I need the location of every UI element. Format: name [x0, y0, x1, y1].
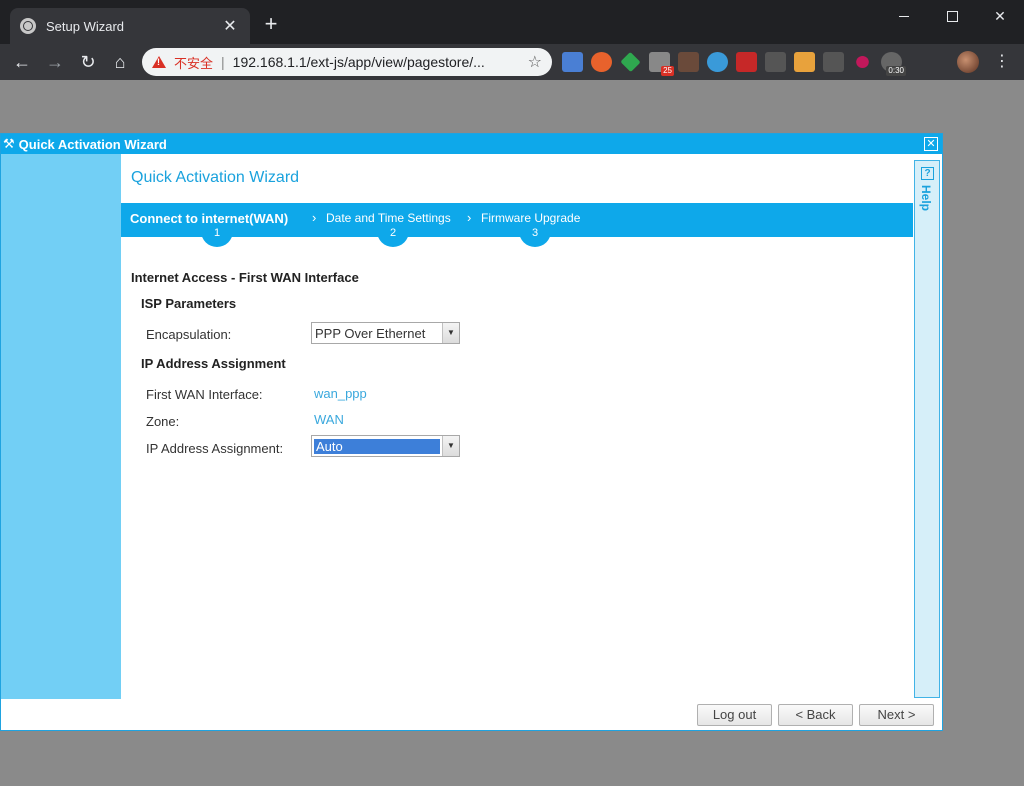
image-extension-icon[interactable]	[794, 52, 815, 72]
url-text[interactable]: 192.168.1.1/ext-js/app/view/pagestore/..…	[233, 54, 528, 70]
pink-extension-icon[interactable]	[856, 56, 869, 68]
translate-extension-icon[interactable]	[562, 52, 583, 72]
next-button[interactable]: Next >	[859, 704, 934, 726]
back-arrow-icon[interactable]: ←	[10, 50, 34, 74]
chevron-right-icon: ›	[467, 210, 472, 225]
extensions-row: 25 0:30	[562, 51, 906, 76]
first-wan-label: First WAN Interface:	[146, 387, 263, 402]
zone-value: WAN	[314, 412, 344, 427]
timer-badge: 0:30	[886, 66, 906, 76]
step-number-2: 2	[377, 225, 409, 247]
ip-assignment-heading: IP Address Assignment	[141, 356, 286, 371]
first-wan-value: wan_ppp	[314, 386, 367, 401]
profile-avatar[interactable]	[957, 51, 979, 73]
step-number-1: 1	[201, 225, 233, 247]
maximize-button[interactable]	[928, 0, 976, 32]
ip-assignment-select[interactable]: Auto ▼	[311, 435, 460, 457]
help-icon[interactable]: ?	[921, 167, 934, 180]
wizard-dialog: ⚒ Quick Activation Wizard ✕ Quick Activa…	[0, 133, 943, 731]
step-label-3: Firmware Upgrade	[481, 211, 581, 225]
green-diamond-extension-icon[interactable]	[620, 51, 641, 73]
help-label[interactable]: Help	[919, 185, 933, 211]
mail-extension-icon[interactable]: 25	[649, 52, 674, 76]
encapsulation-select[interactable]: PPP Over Ethernet ▼	[311, 322, 460, 344]
ip-assignment-label: IP Address Assignment:	[146, 441, 284, 456]
browser-toolbar: ← → ↻ ⌂ 不安全 | 192.168.1.1/ext-js/app/vie…	[0, 44, 1024, 80]
window-controls: ✕	[880, 0, 1024, 32]
tools-icon: ⚒	[3, 136, 15, 151]
browser-tab-bar: Setup Wizard ✕ + ✕	[0, 0, 1024, 44]
step-number-3: 3	[519, 225, 551, 247]
omnibox-separator: |	[221, 54, 225, 70]
encapsulation-label: Encapsulation:	[146, 327, 232, 342]
tab-title: Setup Wizard	[46, 18, 125, 34]
orange-extension-icon[interactable]	[591, 52, 612, 72]
chevron-right-icon: ›	[312, 210, 317, 225]
address-bar[interactable]: 不安全 | 192.168.1.1/ext-js/app/view/pagest…	[142, 48, 552, 76]
zone-label: Zone:	[146, 414, 180, 429]
reload-icon[interactable]: ↻	[76, 50, 100, 74]
earth-extension-icon[interactable]	[707, 52, 728, 72]
dialog-header-title: Quick Activation Wizard	[18, 136, 167, 152]
lock-extension-icon[interactable]	[765, 52, 786, 72]
cat-extension-icon[interactable]	[678, 52, 699, 72]
browser-tab[interactable]: Setup Wizard ✕	[10, 8, 250, 44]
tab-close-icon[interactable]: ✕	[220, 16, 240, 36]
chevron-down-icon[interactable]: ▼	[442, 323, 459, 343]
globe-icon	[20, 18, 36, 34]
section-title: Internet Access - First WAN Interface	[131, 270, 359, 285]
kebab-menu-icon[interactable]: ⋮	[994, 52, 1010, 72]
wizard-steps-bar: Connect to internet(WAN) › Date and Time…	[121, 203, 913, 247]
encapsulation-value: PPP Over Ethernet	[315, 325, 426, 341]
timer-extension-icon[interactable]: 0:30	[881, 52, 906, 76]
step-label-1: Connect to internet(WAN)	[130, 211, 289, 226]
help-panel[interactable]: ? Help	[914, 160, 940, 698]
window-close-button[interactable]: ✕	[976, 0, 1024, 32]
mail-badge: 25	[661, 66, 674, 76]
back-button[interactable]: < Back	[778, 704, 853, 726]
logout-button[interactable]: Log out	[697, 704, 772, 726]
page-title: Quick Activation Wizard	[131, 169, 300, 186]
pdf-extension-icon[interactable]	[736, 52, 757, 72]
minimize-button[interactable]	[880, 0, 928, 32]
forward-arrow-icon[interactable]: →	[43, 50, 67, 74]
dialog-header: ⚒ Quick Activation Wizard ✕	[1, 134, 942, 154]
chevron-down-icon[interactable]: ▼	[442, 436, 459, 456]
new-tab-button[interactable]: +	[260, 13, 282, 35]
security-label[interactable]: 不安全	[174, 53, 213, 72]
isp-heading: ISP Parameters	[141, 296, 237, 311]
step-label-2: Date and Time Settings	[326, 211, 451, 225]
dialog-close-icon[interactable]: ✕	[924, 137, 938, 151]
left-panel	[1, 154, 121, 699]
home-icon[interactable]: ⌂	[108, 50, 132, 74]
bookmark-star-icon[interactable]: ☆	[528, 52, 542, 72]
camera-extension-icon[interactable]	[823, 52, 844, 72]
warning-icon	[152, 56, 166, 68]
ip-assignment-value: Auto	[314, 438, 440, 454]
